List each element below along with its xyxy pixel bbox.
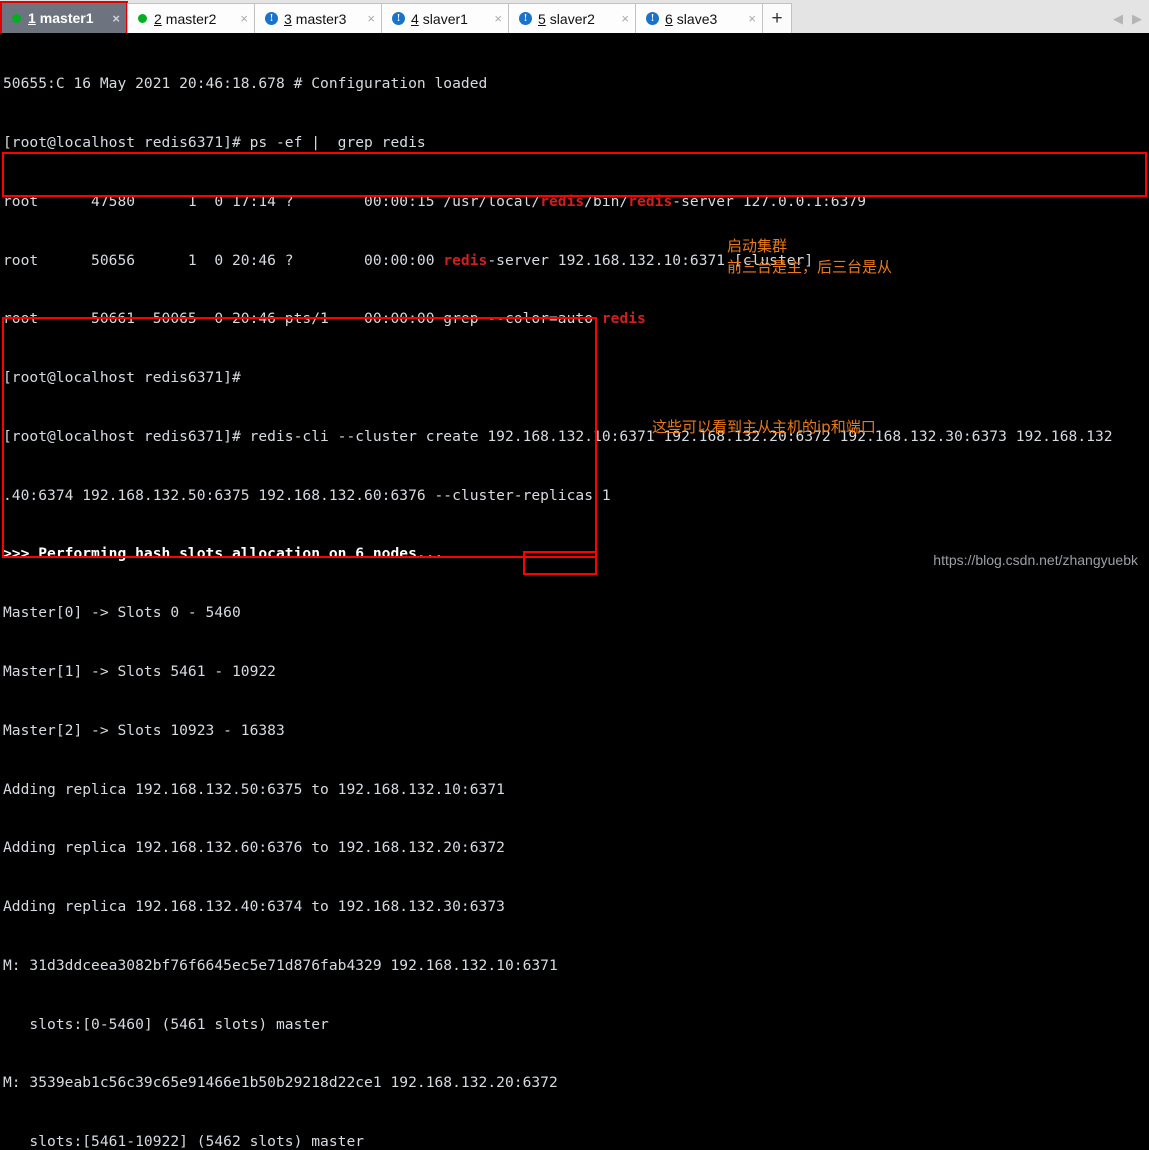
info-badge-icon: ! — [646, 12, 659, 25]
tab-slaver2[interactable]: ! 5 slaver2 × — [508, 3, 636, 33]
line-text: root 47580 1 0 17:14 ? 00:00:15 /usr/loc… — [3, 192, 541, 210]
close-icon[interactable]: × — [482, 11, 502, 26]
terminal-line: Master[1] -> Slots 5461 - 10922 — [3, 662, 1149, 682]
green-dot-icon — [12, 13, 21, 23]
tab-number: 6 — [665, 10, 673, 27]
tab-label: master2 — [165, 10, 217, 27]
info-badge-icon: ! — [392, 12, 405, 25]
line-text: Master[1] -> Slots 5461 - 10922 — [3, 663, 276, 680]
line-text-highlight: redis — [601, 310, 646, 328]
tab-master1[interactable]: 1 master1 × — [0, 1, 128, 33]
line-text: Adding replica 192.168.132.60:6376 to 19… — [3, 839, 505, 857]
scroll-left-icon[interactable]: ◀ — [1113, 12, 1123, 25]
info-badge-icon: ! — [519, 12, 532, 25]
line-text: Master[0] -> Slots 0 - 5460 — [3, 604, 241, 622]
tab-scroll-controls: ◀ ▶ — [1113, 3, 1149, 33]
line-text: -server 127.0.0.1:6379 — [672, 192, 867, 210]
tab-slaver1[interactable]: ! 4 slaver1 × — [381, 3, 509, 33]
terminal-line-command: [root@localhost redis6371]# redis-cli --… — [3, 427, 1149, 447]
line-text: M: 31d3ddceea3082bf76f6645ec5e71d876fab4… — [3, 956, 558, 974]
line-text-highlight: redis — [443, 251, 488, 269]
terminal-line: [root@localhost redis6371]# — [3, 368, 1149, 388]
tab-label: slave3 — [676, 10, 718, 27]
terminal-line: 50655:C 16 May 2021 20:46:18.678 # Confi… — [3, 74, 1149, 94]
green-dot-icon — [138, 14, 147, 23]
terminal-line: Adding replica 192.168.132.50:6375 to 19… — [3, 780, 1149, 800]
close-icon[interactable]: × — [228, 11, 248, 26]
terminal-line: slots:[0-5460] (5461 slots) master — [3, 1015, 1149, 1035]
terminal-line: [root@localhost redis6371]# ps -ef | gre… — [3, 133, 1149, 153]
watermark: https://blog.csdn.net/zhangyuebk — [933, 552, 1138, 568]
terminal-line: Master[2] -> Slots 10923 - 16383 — [3, 721, 1149, 741]
tab-label: slaver1 — [422, 10, 468, 27]
close-icon[interactable]: × — [355, 11, 375, 26]
tab-label: master1 — [39, 10, 94, 26]
terminal-line: M: 3539eab1c56c39c65e91466e1b50b29218d22… — [3, 1073, 1149, 1093]
line-text: >>> Performing hash slots allocation on … — [3, 545, 444, 563]
tab-master3[interactable]: ! 3 master3 × — [254, 3, 382, 33]
tab-number: 3 — [284, 10, 292, 27]
line-text: [root@localhost redis6371]# redis-cli --… — [3, 427, 1113, 445]
terminal-line: root 47580 1 0 17:14 ? 00:00:15 /usr/loc… — [3, 192, 1149, 212]
line-text: [root@localhost redis6371]# ps -ef | gre… — [3, 133, 426, 151]
new-tab-button[interactable]: + — [762, 3, 792, 33]
info-badge-icon: ! — [265, 12, 278, 25]
tab-master2[interactable]: 2 master2 × — [127, 3, 255, 33]
close-icon[interactable]: × — [100, 11, 120, 26]
tab-number: 2 — [154, 10, 162, 27]
terminal-line: M: 31d3ddceea3082bf76f6645ec5e71d876fab4… — [3, 956, 1149, 976]
terminal-line-command: .40:6374 192.168.132.50:6375 192.168.132… — [3, 486, 1149, 506]
line-text: M: 3539eab1c56c39c65e91466e1b50b29218d22… — [3, 1074, 558, 1092]
close-icon[interactable]: × — [736, 11, 756, 26]
close-icon[interactable]: × — [609, 11, 629, 26]
line-text-highlight: redis — [540, 192, 585, 210]
tab-bar: 1 master1 × 2 master2 × ! 3 master3 × ! … — [0, 0, 1149, 34]
line-text: slots:[0-5460] (5461 slots) master — [3, 1015, 329, 1033]
tab-slave3[interactable]: ! 6 slave3 × — [635, 3, 763, 33]
tab-label: slaver2 — [549, 10, 595, 27]
terminal-window: 1 master1 × 2 master2 × ! 3 master3 × ! … — [0, 0, 1149, 1150]
line-text: 50655:C 16 May 2021 20:46:18.678 # Confi… — [3, 75, 488, 93]
terminal-line: Adding replica 192.168.132.40:6374 to 19… — [3, 897, 1149, 917]
line-text: root 50661 50065 0 20:46 pts/1 00:00:00 … — [3, 310, 602, 328]
scroll-right-icon[interactable]: ▶ — [1132, 12, 1142, 25]
annotation-start-cluster: 启动集群 前三台是主，后三台是从 — [727, 237, 893, 276]
line-text: /bin/ — [584, 192, 629, 210]
line-text: root 50656 1 0 20:46 ? 00:00:00 — [3, 251, 444, 269]
tab-number: 5 — [538, 10, 546, 27]
line-text: Adding replica 192.168.132.40:6374 to 19… — [3, 898, 505, 916]
terminal-line: root 50661 50065 0 20:46 pts/1 00:00:00 … — [3, 309, 1149, 329]
terminal-line: slots:[5461-10922] (5462 slots) master — [3, 1132, 1149, 1150]
line-text: .40:6374 192.168.132.50:6375 192.168.132… — [3, 486, 611, 504]
line-text: Adding replica 192.168.132.50:6375 to 19… — [3, 780, 505, 798]
line-text: [root@localhost redis6371]# — [3, 369, 241, 387]
tab-number: 4 — [411, 10, 419, 27]
line-text: slots:[5461-10922] (5462 slots) master — [3, 1133, 365, 1150]
tab-number: 1 — [28, 10, 36, 26]
terminal-line: Master[0] -> Slots 0 - 5460 — [3, 603, 1149, 623]
line-text-highlight: redis — [628, 192, 673, 210]
terminal-line: Adding replica 192.168.132.60:6376 to 19… — [3, 838, 1149, 858]
terminal-line: root 50656 1 0 20:46 ? 00:00:00 redis-se… — [3, 251, 1149, 271]
terminal-output[interactable]: 50655:C 16 May 2021 20:46:18.678 # Confi… — [0, 33, 1149, 1150]
annotation-master-slave-ip: 这些可以看到主从主机的ip和端口 — [652, 418, 876, 436]
tab-label: master3 — [295, 10, 347, 27]
line-text: Master[2] -> Slots 10923 - 16383 — [3, 721, 285, 739]
